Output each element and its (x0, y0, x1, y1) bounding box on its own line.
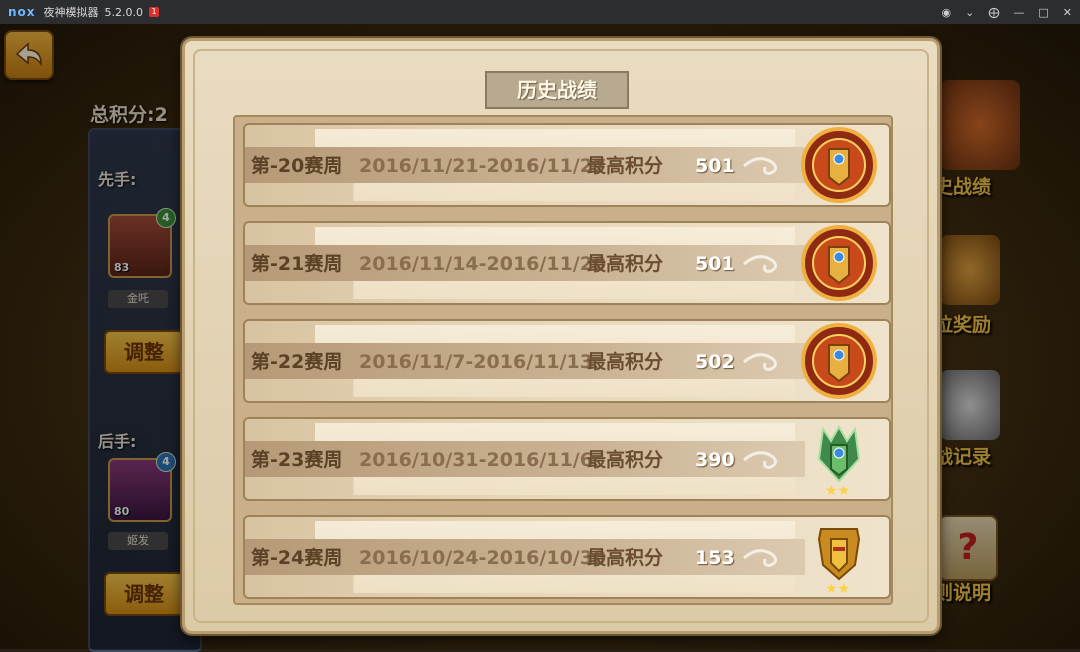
score-label: 最高积分 (587, 253, 664, 275)
swirl-ornament-icon (743, 451, 778, 469)
app-version: 5.2.0.0 (104, 5, 144, 19)
list-item: 第-24赛周 2016/10/24-2016/10/30 最高积分 153 ★★ (243, 515, 891, 599)
list-item: 第-20赛周 2016/11/21-2016/11/27 最高积分 501 (243, 123, 891, 207)
history-list[interactable]: 第-20赛周 2016/11/21-2016/11/27 最高积分 501 第-… (233, 115, 893, 605)
app-name: 夜神模拟器 (43, 6, 99, 19)
swirl-ornament-icon (743, 549, 778, 567)
score-label: 最高积分 (587, 449, 664, 471)
close-icon[interactable]: ✕ (1063, 6, 1072, 19)
red-gold-medal-icon (801, 323, 877, 399)
green-medal-icon: ★★ (817, 424, 861, 499)
maximize-icon[interactable]: □ (1038, 6, 1048, 19)
date-range: 2016/10/31-2016/11/6 (359, 449, 593, 471)
svg-text:★★: ★★ (825, 483, 850, 499)
date-range: 2016/11/21-2016/11/27 (359, 155, 607, 177)
modal-title-frame: 历史战绩 (485, 71, 629, 109)
date-range: 2016/10/24-2016/10/30 (359, 547, 607, 569)
date-range: 2016/11/14-2016/11/20 (359, 253, 607, 275)
notification-badge[interactable]: 1 (149, 7, 160, 17)
list-item: 第-22赛周 2016/11/7-2016/11/13 最高积分 502 (243, 319, 891, 403)
emulator-titlebar: nox 夜神模拟器 5.2.0.0 1 ◉ ⌄ ⨁ — □ ✕ (0, 0, 1080, 24)
red-gold-medal-icon (801, 225, 877, 301)
list-item: 第-21赛周 2016/11/14-2016/11/20 最高积分 501 (243, 221, 891, 305)
score-value: 153 (695, 547, 735, 569)
week-label: 第-24赛周 (251, 547, 343, 569)
history-modal: 历史战绩 第-20赛周 2016/11/21-2016/11/27 最高积分 5… (182, 38, 940, 634)
pin-icon[interactable]: ⨁ (988, 6, 999, 19)
score-value: 390 (695, 449, 735, 471)
score-label: 最高积分 (587, 547, 664, 569)
week-label: 第-22赛周 (251, 351, 343, 373)
week-label: 第-20赛周 (251, 155, 343, 177)
chevron-down-icon[interactable]: ⌄ (965, 6, 974, 19)
swirl-ornament-icon (743, 255, 778, 273)
list-item: 第-23赛周 2016/10/31-2016/11/6 最高积分 390 ★★ (243, 417, 891, 501)
shirt-icon[interactable]: ◉ (942, 6, 952, 19)
score-value: 501 (695, 155, 735, 177)
date-range: 2016/11/7-2016/11/13 (359, 351, 593, 373)
score-value: 501 (695, 253, 735, 275)
score-value: 502 (695, 351, 735, 373)
score-label: 最高积分 (587, 155, 664, 177)
swirl-ornament-icon (743, 353, 778, 371)
svg-text:★★: ★★ (825, 581, 850, 597)
week-label: 第-23赛周 (251, 449, 343, 471)
modal-title: 历史战绩 (517, 78, 597, 102)
swirl-ornament-icon (743, 157, 778, 175)
gold-medal-icon: ★★ (817, 528, 861, 597)
week-label: 第-21赛周 (251, 253, 343, 275)
score-label: 最高积分 (587, 351, 664, 373)
red-gold-medal-icon (801, 127, 877, 203)
nox-logo: nox (8, 5, 36, 19)
minimize-icon[interactable]: — (1013, 6, 1024, 19)
